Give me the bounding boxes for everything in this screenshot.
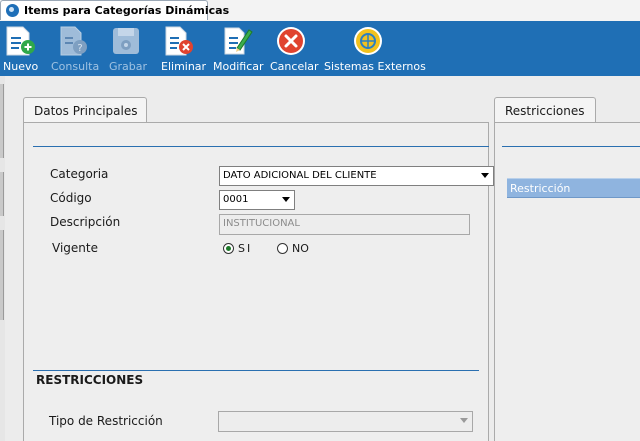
restriccion-column-header[interactable]: Restricción — [507, 178, 640, 198]
vigente-no-label: NO — [292, 242, 309, 255]
sistemas-externos-button[interactable]: Sistemas Externos — [322, 21, 426, 76]
cancelar-button[interactable]: Cancelar — [268, 21, 319, 76]
nuevo-label: Nuevo — [3, 60, 39, 73]
document-delete-icon — [165, 26, 193, 56]
vigente-si-label: SI — [238, 242, 253, 255]
chevron-down-icon — [481, 173, 489, 178]
tab-datos-principales[interactable]: Datos Principales — [23, 97, 147, 123]
eliminar-label: Eliminar — [161, 60, 207, 73]
left-rail-segment — [0, 84, 4, 158]
tab-restricciones[interactable]: Restricciones — [494, 97, 596, 123]
nuevo-button[interactable]: Nuevo — [0, 21, 40, 76]
eliminar-button[interactable]: Eliminar — [157, 21, 207, 76]
restricciones-section-title: RESTRICCIONES — [36, 373, 144, 387]
new-document-plus-icon — [6, 26, 35, 56]
tab-restricciones-label: Restricciones — [505, 104, 585, 118]
tab-datos-principales-label: Datos Principales — [34, 104, 138, 118]
section-divider — [502, 146, 640, 147]
save-disk-icon — [113, 28, 139, 54]
consulta-label: Consulta — [51, 60, 100, 73]
vigente-no-radio[interactable]: NO — [276, 241, 316, 257]
grabar-label: Grabar — [109, 60, 148, 73]
chevron-down-icon — [460, 418, 468, 423]
codigo-select[interactable]: 0001 — [219, 190, 295, 210]
tipo-restriccion-label: Tipo de Restricción — [49, 414, 163, 428]
descripcion-value: INSTITUCIONAL — [223, 218, 300, 229]
chevron-down-icon — [282, 197, 290, 202]
app-logo-icon — [6, 4, 19, 17]
radio-selected-icon — [223, 243, 234, 254]
restriccion-column-label: Restricción — [510, 182, 571, 195]
categoria-label: Categoria — [50, 167, 109, 181]
radio-unselected-icon — [277, 243, 288, 254]
grabar-button[interactable]: Grabar — [104, 21, 148, 76]
cancel-x-icon — [277, 27, 305, 55]
svg-text:?: ? — [77, 43, 82, 54]
left-rail-segment — [0, 230, 4, 320]
categoria-value: DATO ADICIONAL DEL CLIENTE — [223, 170, 377, 181]
external-systems-icon — [354, 27, 382, 55]
categoria-select[interactable]: DATO ADICIONAL DEL CLIENTE — [219, 166, 494, 186]
tipo-restriccion-select[interactable] — [218, 411, 473, 432]
section-divider — [33, 370, 479, 371]
toolbar: Nuevo ? Consulta Grabar Eliminar Modific… — [0, 21, 640, 76]
descripcion-label: Descripción — [50, 215, 121, 229]
vigente-si-radio[interactable]: SI — [222, 241, 262, 257]
modificar-label: Modificar — [213, 60, 264, 73]
sistemas-externos-label: Sistemas Externos — [324, 60, 426, 73]
datos-principales-panel: Categoria DATO ADICIONAL DEL CLIENTE Cód… — [23, 122, 494, 441]
left-rail-segment — [0, 172, 4, 216]
document-tab-title: Items para Categorías Dinámicas — [24, 4, 230, 17]
document-tab[interactable]: Items para Categorías Dinámicas — [0, 0, 229, 20]
section-divider — [33, 146, 489, 147]
modificar-button[interactable]: Modificar — [211, 21, 264, 76]
codigo-label: Código — [50, 191, 92, 205]
cancelar-label: Cancelar — [270, 60, 319, 73]
document-question-icon: ? — [60, 26, 87, 56]
codigo-value: 0001 — [223, 194, 249, 205]
restricciones-panel: Restricción — [494, 122, 640, 441]
vigente-label: Vigente — [52, 241, 98, 255]
edit-pencil-icon — [224, 27, 253, 55]
consulta-button[interactable]: ? Consulta — [48, 21, 100, 76]
descripcion-field[interactable]: INSTITUCIONAL — [219, 214, 470, 235]
